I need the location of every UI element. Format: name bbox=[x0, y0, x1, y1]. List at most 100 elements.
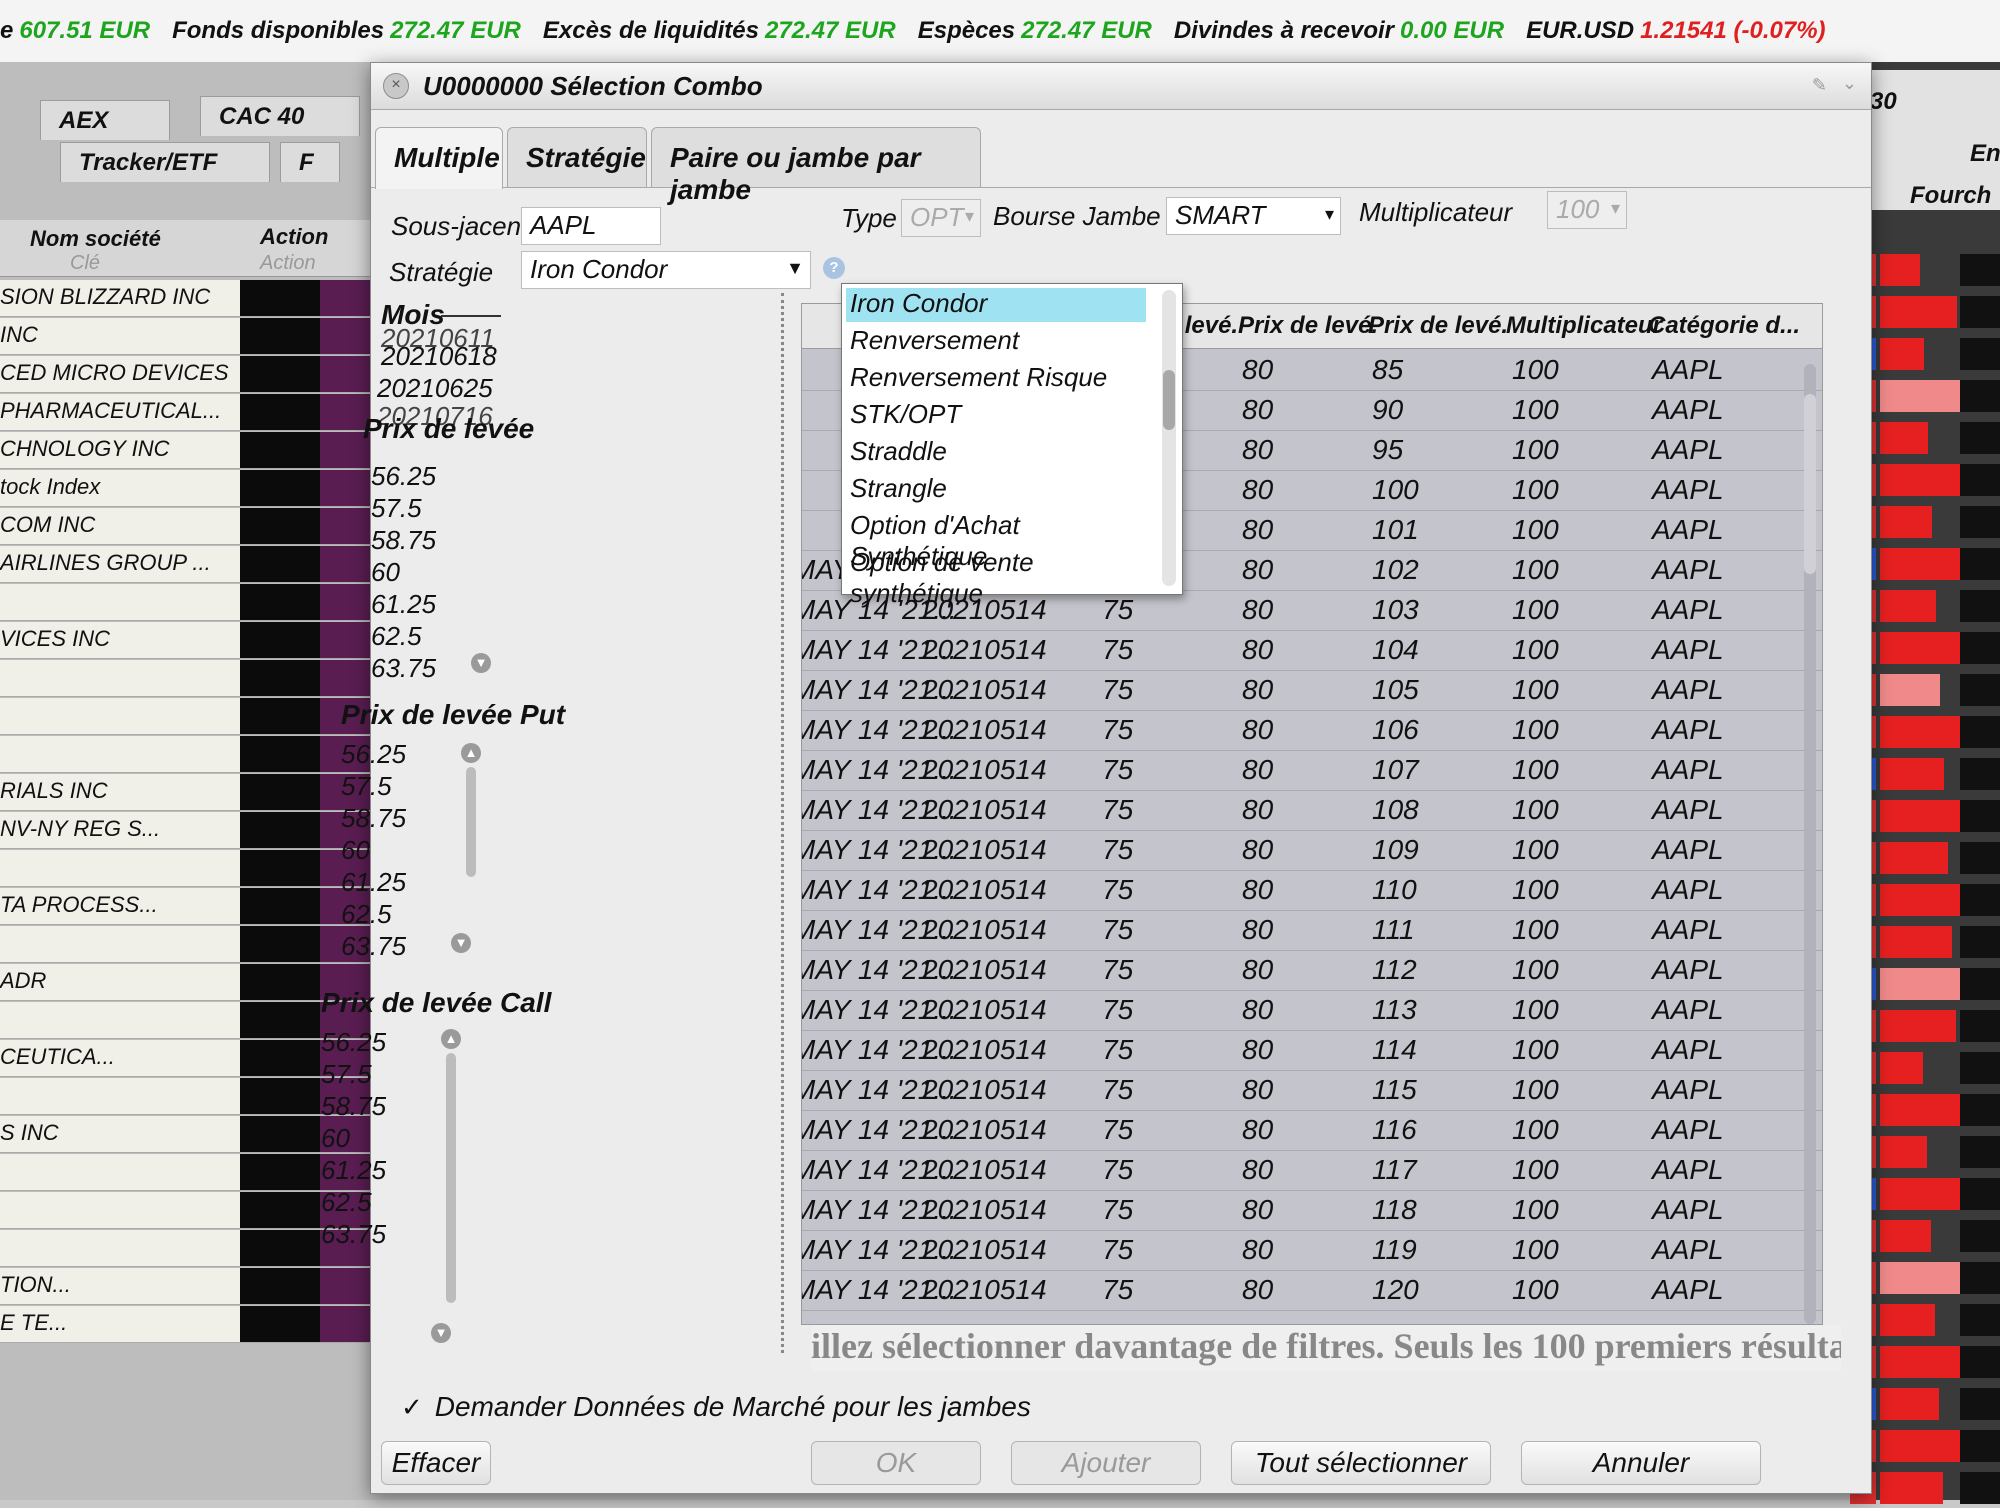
action-cell[interactable] bbox=[240, 508, 320, 544]
result-row[interactable]: MAY 14 '21... 20210514 75 80 109 100 AAPL bbox=[802, 830, 1822, 871]
watchlist-row[interactable]: TION... bbox=[0, 1268, 380, 1305]
result-row[interactable]: MAY 14 '21... 20210514 75 80 110 100 AAPL bbox=[802, 870, 1822, 911]
strike-item[interactable]: 60 bbox=[371, 557, 400, 588]
watchlist-row[interactable]: TA PROCESS... bbox=[0, 888, 380, 925]
watchlist-row[interactable]: RIALS INC bbox=[0, 774, 380, 811]
tab-multiple[interactable]: Multiple bbox=[375, 127, 503, 189]
close-icon[interactable]: × bbox=[383, 73, 409, 99]
put-strike-item[interactable]: 60 bbox=[341, 835, 370, 866]
panel-divider[interactable] bbox=[781, 293, 784, 1353]
put-strike-item[interactable]: 61.25 bbox=[341, 867, 406, 898]
action-cell[interactable] bbox=[240, 280, 320, 316]
strike-item[interactable]: 56.25 bbox=[371, 461, 436, 492]
action-cell[interactable] bbox=[240, 546, 320, 582]
call-strike-item[interactable]: 56.25 bbox=[321, 1027, 386, 1058]
scroll-down-icon[interactable]: ▼ bbox=[431, 1323, 451, 1343]
action-cell[interactable] bbox=[240, 1230, 320, 1266]
action-cell[interactable] bbox=[240, 1116, 320, 1152]
result-row[interactable]: MAY 14 '21... 20210514 75 80 105 100 AAPL bbox=[802, 670, 1822, 711]
col-strike-3[interactable]: Prix de levé... bbox=[1368, 312, 1508, 340]
market-data-checkbox[interactable]: ✓ Demander Données de Marché pour les ja… bbox=[401, 1391, 1031, 1423]
action-cell[interactable] bbox=[240, 1192, 320, 1228]
scroll-down-icon[interactable]: ▼ bbox=[451, 933, 471, 953]
tab-cac40[interactable]: CAC 40 bbox=[200, 96, 360, 136]
pin-icon[interactable]: ✎ bbox=[1812, 75, 1827, 96]
strategy-option[interactable]: Option d'Achat Synthétique bbox=[846, 510, 1146, 571]
watchlist-row[interactable]: COM INC bbox=[0, 508, 380, 545]
help-icon[interactable]: ? bbox=[823, 257, 845, 279]
result-row[interactable]: MAY 14 '21... 20210514 75 80 116 100 AAPL bbox=[802, 1110, 1822, 1151]
watchlist-row[interactable] bbox=[0, 736, 380, 773]
watchlist-row[interactable]: CED MICRO DEVICES bbox=[0, 356, 380, 393]
result-row[interactable]: MAY 14 '21... 20210514 75 80 112 100 AAPL bbox=[802, 950, 1822, 991]
action-cell[interactable] bbox=[240, 1154, 320, 1190]
strike-item[interactable]: 62.5 bbox=[371, 621, 422, 652]
action-cell[interactable] bbox=[240, 888, 320, 924]
ok-button[interactable]: OK bbox=[811, 1441, 981, 1485]
add-button[interactable]: Ajouter bbox=[1011, 1441, 1201, 1485]
call-strike-item[interactable]: 62.5 bbox=[321, 1187, 372, 1218]
cancel-button[interactable]: Annuler bbox=[1521, 1441, 1761, 1485]
action-cell[interactable] bbox=[240, 1268, 320, 1304]
strategy-option[interactable]: Renversement Risque bbox=[846, 362, 1146, 396]
exchange-select[interactable]: SMART ▾ bbox=[1166, 197, 1341, 235]
action-cell[interactable] bbox=[240, 1306, 320, 1342]
col-category[interactable]: Catégorie d... bbox=[1648, 312, 1818, 340]
watchlist-row[interactable] bbox=[0, 660, 380, 697]
result-row[interactable]: MAY 14 '21... 20210514 75 80 107 100 AAPL bbox=[802, 750, 1822, 791]
action-cell[interactable] bbox=[240, 622, 320, 658]
watchlist-row[interactable]: AIRLINES GROUP ... bbox=[0, 546, 380, 583]
tab-aex[interactable]: AEX bbox=[40, 100, 170, 140]
type-select[interactable]: OPT ▾ bbox=[901, 199, 981, 237]
call-strike-item[interactable]: 63.75 bbox=[321, 1219, 386, 1250]
strategy-option[interactable]: Strangle bbox=[846, 473, 1146, 507]
multiplier-select[interactable]: 100 ▾ bbox=[1547, 191, 1627, 229]
col-strike-2[interactable]: Prix de levé... bbox=[1238, 312, 1378, 340]
tab-strategy[interactable]: Stratégie bbox=[507, 127, 647, 187]
chevron-down-icon[interactable]: ⌄ bbox=[1842, 73, 1857, 94]
result-row[interactable]: MAY 14 '21... 20210514 75 80 117 100 AAPL bbox=[802, 1150, 1822, 1191]
result-row[interactable]: MAY 14 '21... 20210514 75 80 108 100 AAPL bbox=[802, 790, 1822, 831]
month-item[interactable]: 20210625 bbox=[377, 373, 493, 404]
action-cell[interactable] bbox=[240, 470, 320, 506]
strategy-option[interactable]: Straddle bbox=[846, 436, 1146, 470]
strategy-option[interactable]: STK/OPT bbox=[846, 399, 1146, 433]
action-cell[interactable] bbox=[240, 1002, 320, 1038]
result-row[interactable]: MAY 14 '21... 20210514 75 80 106 100 AAPL bbox=[802, 710, 1822, 751]
result-row[interactable]: MAY 14 '21... 20210514 75 80 104 100 AAPL bbox=[802, 630, 1822, 671]
watchlist-row[interactable] bbox=[0, 584, 380, 621]
watchlist-row[interactable]: CHNOLOGY INC bbox=[0, 432, 380, 469]
strategy-option[interactable]: Iron Condor bbox=[846, 288, 1146, 322]
results-scrollbar[interactable] bbox=[1804, 364, 1816, 1324]
call-strike-item[interactable]: 60 bbox=[321, 1123, 350, 1154]
strategy-option[interactable]: Renversement bbox=[846, 325, 1146, 359]
put-strike-item[interactable]: 58.75 bbox=[341, 803, 406, 834]
results-scrollbar-thumb[interactable] bbox=[1804, 394, 1816, 574]
watchlist-row[interactable]: VICES INC bbox=[0, 622, 380, 659]
result-row[interactable]: MAY 14 '21... 20210514 75 80 114 100 AAPL bbox=[802, 1030, 1822, 1071]
action-cell[interactable] bbox=[240, 394, 320, 430]
tab-pair-leg-by-leg[interactable]: Paire ou jambe par jambe bbox=[651, 127, 981, 205]
result-row[interactable]: MAY 14 '21... 20210514 75 80 113 100 AAPL bbox=[802, 990, 1822, 1031]
month-item[interactable]: 20210618 bbox=[381, 341, 497, 372]
result-row[interactable]: MAY 14 '21... 20210514 75 80 115 100 AAPL bbox=[802, 1070, 1822, 1111]
scroll-down-icon[interactable]: ▼ bbox=[471, 653, 491, 673]
strike-item[interactable]: 63.75 bbox=[371, 653, 436, 684]
watchlist-row[interactable] bbox=[0, 926, 380, 963]
dropdown-scrollbar-thumb[interactable] bbox=[1163, 370, 1175, 430]
strike-item[interactable]: 61.25 bbox=[371, 589, 436, 620]
scroll-up-icon[interactable]: ▲ bbox=[441, 1029, 461, 1049]
action-cell[interactable] bbox=[240, 1078, 320, 1114]
action-cell[interactable] bbox=[240, 698, 320, 734]
action-cell[interactable] bbox=[240, 736, 320, 772]
call-strike-scrollbar[interactable] bbox=[446, 1053, 456, 1303]
action-cell[interactable] bbox=[240, 660, 320, 696]
header-company-name[interactable]: Nom société bbox=[30, 226, 161, 252]
header-action[interactable]: Action bbox=[260, 224, 328, 250]
put-strike-item[interactable]: 62.5 bbox=[341, 899, 392, 930]
put-strike-item[interactable]: 56.25 bbox=[341, 739, 406, 770]
result-row[interactable]: MAY 14 '21... 20210514 75 80 111 100 AAPL bbox=[802, 910, 1822, 951]
action-cell[interactable] bbox=[240, 926, 320, 962]
dropdown-scrollbar[interactable] bbox=[1162, 290, 1176, 586]
action-cell[interactable] bbox=[240, 584, 320, 620]
